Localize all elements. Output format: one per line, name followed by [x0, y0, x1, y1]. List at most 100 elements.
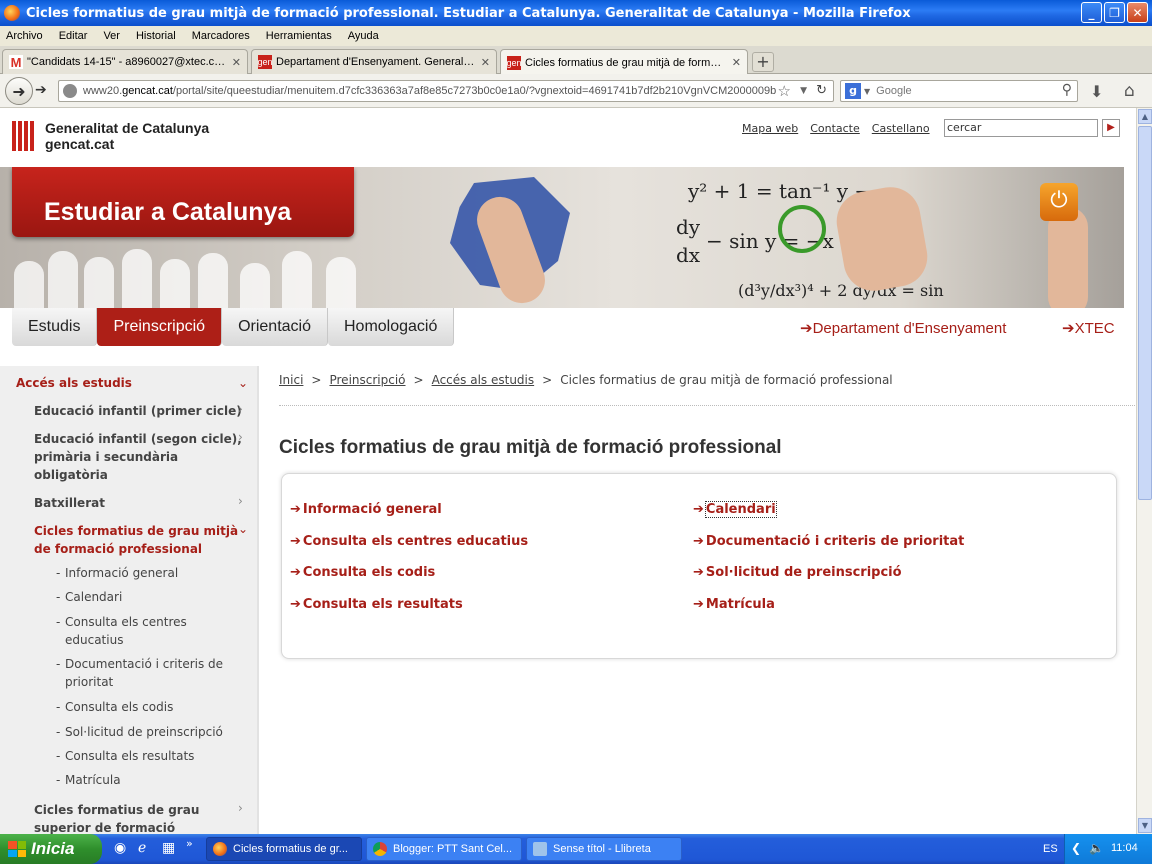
new-tab-button[interactable]: + — [752, 52, 774, 72]
sidebar-item-batxillerat[interactable]: Batxillerat — [34, 494, 244, 512]
hand-pointing-image — [1048, 207, 1088, 308]
sidebar-heading[interactable]: Accés als estudis — [16, 376, 250, 390]
task-chrome-blogger[interactable]: Blogger: PTT Sant Cel... — [366, 837, 522, 861]
chevron-right-icon[interactable]: › — [238, 801, 243, 815]
web-search-box[interactable]: g ▼ Google ⚲ — [840, 80, 1078, 102]
menu-herramientas[interactable]: Herramientas — [266, 30, 332, 42]
sidebar-subitem[interactable]: - Calendari — [56, 588, 246, 606]
reload-icon[interactable]: ↻ — [816, 83, 827, 98]
url-bar[interactable]: www20.gencat.cat/portal/site/queestudiar… — [58, 80, 834, 102]
clock[interactable]: 11:04 — [1111, 842, 1138, 854]
ie-icon[interactable]: ℯ — [138, 840, 146, 856]
sidebar-subitem[interactable]: - Sol·licitud de preinscripció — [56, 723, 246, 741]
chevron-right-icon[interactable]: » — [186, 837, 193, 850]
search-placeholder: Google — [876, 85, 912, 97]
home-icon[interactable]: ⌂ — [1124, 81, 1135, 101]
sidebar-item-grau-superior[interactable]: Cicles formatius de grau superior de for… — [34, 801, 244, 834]
divider — [279, 405, 1135, 406]
close-window-button[interactable]: ✕ — [1127, 2, 1148, 23]
breadcrumb-inici[interactable]: Inici — [279, 373, 303, 387]
chevron-down-icon[interactable]: ▼ — [864, 87, 870, 96]
formula-2-den: dx — [676, 243, 701, 267]
chevron-down-icon[interactable]: ⌄ — [238, 376, 248, 390]
menu-historial[interactable]: Historial — [136, 30, 176, 42]
window-title: Cicles formatius de grau mitjà de formac… — [26, 5, 911, 21]
top-links: Mapa web Contacte Castellano — [742, 122, 930, 135]
forward-button[interactable]: ➔ — [35, 82, 47, 98]
download-icon[interactable]: ⬇ — [1090, 82, 1103, 101]
scroll-down-icon[interactable]: ▼ — [1138, 818, 1152, 833]
browser-tab-gmail[interactable]: M "Candidats 14-15" - a8960027@xtec.cat … — [2, 49, 248, 74]
vertical-scrollbar[interactable]: ▲ ▼ — [1136, 108, 1152, 834]
gencat-logo[interactable]: Generalitat de Catalunya gencat.cat — [12, 120, 209, 152]
chevron-right-icon[interactable]: › — [238, 402, 243, 416]
chevron-right-icon[interactable]: › — [238, 494, 243, 508]
menu-ver[interactable]: Ver — [103, 30, 120, 42]
browser-tab-departament[interactable]: gen Departament d'Ensenyament. Generalit… — [251, 49, 497, 74]
menu-editar[interactable]: Editar — [59, 30, 88, 42]
task-firefox[interactable]: Cicles formatius de gr... — [206, 837, 362, 861]
close-tab-icon[interactable]: ✕ — [481, 56, 490, 69]
link-informacio-general[interactable]: ➔ Informació general — [290, 502, 442, 517]
back-button[interactable]: ➜ — [5, 77, 33, 105]
link-xtec[interactable]: ➔XTEC — [1062, 319, 1115, 337]
scroll-up-icon[interactable]: ▲ — [1138, 109, 1152, 124]
speaker-icon[interactable]: 🔈 — [1089, 841, 1104, 855]
link-sollicitud[interactable]: ➔ Sol·licitud de preinscripció — [693, 565, 902, 580]
google-icon[interactable]: g — [845, 83, 861, 99]
grid-icon[interactable]: ▦ — [162, 840, 175, 856]
sidebar-item-infantil-primer[interactable]: Educació infantil (primer cicle) — [34, 402, 244, 420]
breadcrumb-acces[interactable]: Accés als estudis — [432, 373, 535, 387]
menu-ayuda[interactable]: Ayuda — [348, 30, 379, 42]
minimize-button[interactable]: _ — [1081, 2, 1102, 23]
sidebar-item-infantil-segon[interactable]: Educació infantil (segon cicle), primàri… — [34, 430, 244, 484]
menu-marcadores[interactable]: Marcadores — [192, 30, 250, 42]
link-departament-ensenyament[interactable]: ➔Departament d'Ensenyament — [800, 319, 1006, 337]
link-consulta-codis[interactable]: ➔ Consulta els codis — [290, 565, 435, 580]
browser-tab-cicles[interactable]: gen Cicles formatius de grau mitjà de fo… — [500, 49, 748, 75]
chevron-down-icon[interactable]: ▼ — [800, 86, 807, 96]
search-icon[interactable]: ⚲ — [1062, 82, 1072, 98]
start-button[interactable]: Inicia — [0, 834, 102, 864]
nav-tab-orientacio[interactable]: Orientació — [222, 308, 328, 346]
sidebar-subitem[interactable]: - Consulta els codis — [56, 698, 246, 716]
link-consulta-resultats[interactable]: ➔ Consulta els resultats — [290, 597, 463, 612]
arrow-right-icon: ➔ — [290, 502, 301, 517]
link-contacte[interactable]: Contacte — [810, 122, 860, 135]
scrollbar-thumb[interactable] — [1138, 126, 1152, 500]
chrome-icon[interactable]: ◉ — [114, 840, 126, 856]
sidebar-item-grau-mitja[interactable]: Cicles formatius de grau mitjà de formac… — [34, 522, 244, 558]
menu-archivo[interactable]: Archivo — [6, 30, 43, 42]
sidebar-subitem[interactable]: - Consulta els resultats — [56, 747, 246, 765]
chevron-right-icon[interactable]: › — [238, 430, 243, 444]
site-search-button[interactable]: ▶ — [1102, 119, 1120, 137]
link-matricula[interactable]: ➔ Matrícula — [693, 597, 775, 612]
sidebar-subitem[interactable]: - Matrícula — [56, 771, 246, 789]
nav-tab-homologacio[interactable]: Homologació — [327, 308, 455, 346]
main-navigation: Estudis Preinscripció Orientació Homolog… — [0, 308, 1136, 346]
arrow-right-icon: ➔ — [290, 597, 301, 612]
link-mapa-web[interactable]: Mapa web — [742, 122, 798, 135]
task-notepad[interactable]: Sense títol - Llibreta — [526, 837, 682, 861]
nav-tab-preinscripcio[interactable]: Preinscripció — [97, 308, 223, 346]
power-icon[interactable]: ⏻ — [1040, 183, 1078, 221]
formula-1: y² + 1 = tan⁻¹ y − — [688, 179, 872, 203]
url-text[interactable]: www20.gencat.cat/portal/site/queestudiar… — [83, 85, 783, 97]
sidebar-subitem[interactable]: - Informació general — [56, 564, 246, 582]
nav-tab-estudis[interactable]: Estudis — [12, 308, 98, 346]
chevron-left-icon[interactable]: ❮ — [1071, 841, 1081, 855]
chevron-down-icon[interactable]: ⌄ — [238, 522, 248, 536]
bookmark-star-icon[interactable]: ☆ — [778, 82, 791, 100]
link-documentacio[interactable]: ➔ Documentació i criteris de prioritat — [693, 534, 964, 549]
link-calendari[interactable]: ➔ Calendari — [693, 501, 777, 518]
link-castellano[interactable]: Castellano — [872, 122, 930, 135]
language-indicator[interactable]: ES — [1043, 843, 1058, 855]
site-search-input[interactable]: cercar — [944, 119, 1098, 137]
sidebar-subitem[interactable]: - Documentació i criteris de prioritat — [56, 655, 246, 691]
link-consulta-centres[interactable]: ➔ Consulta els centres educatius — [290, 534, 528, 549]
maximize-button[interactable]: ❐ — [1104, 2, 1125, 23]
sidebar-subitem[interactable]: - Consulta els centres educatius — [56, 613, 246, 649]
close-tab-icon[interactable]: ✕ — [232, 56, 241, 69]
breadcrumb-preinscripcio[interactable]: Preinscripció — [329, 373, 405, 387]
close-tab-icon[interactable]: ✕ — [732, 56, 741, 69]
